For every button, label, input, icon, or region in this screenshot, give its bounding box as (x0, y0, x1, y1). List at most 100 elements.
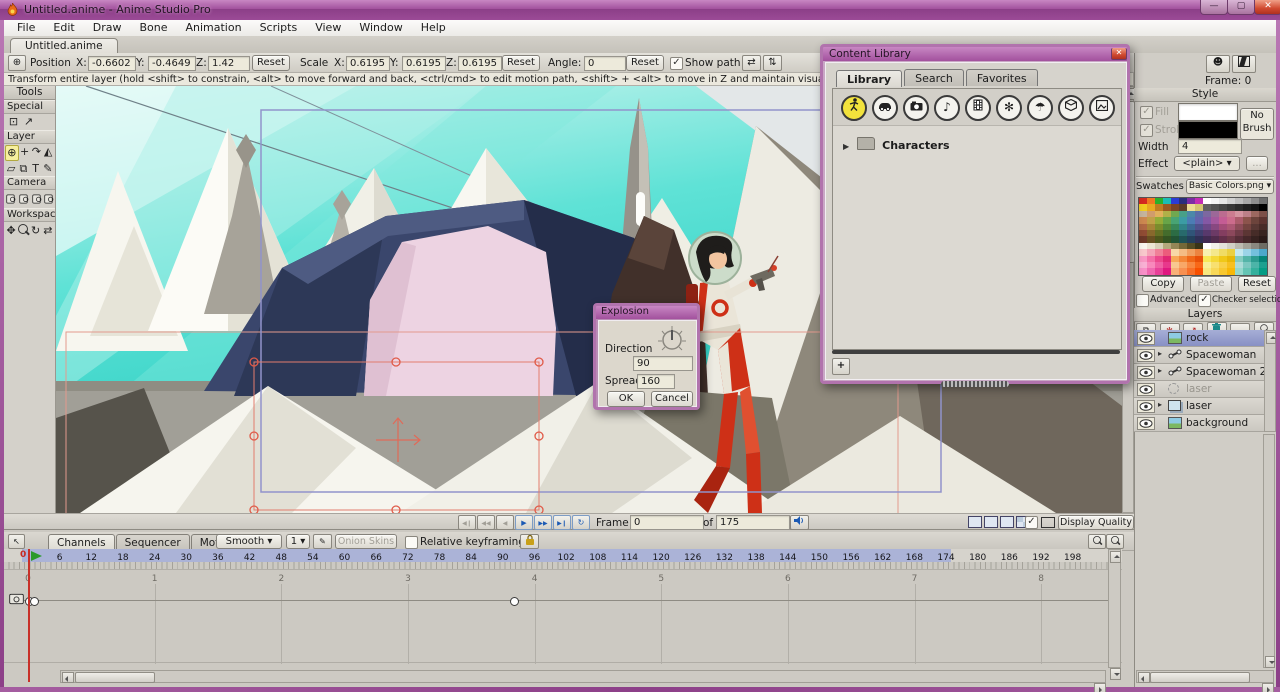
layer-expand-arrow[interactable]: ▸ (1158, 366, 1162, 375)
direction-dial[interactable] (657, 325, 687, 353)
palette-swatch[interactable] (1147, 268, 1155, 274)
fast-forward-button[interactable]: ▶▶ (534, 515, 552, 530)
camera-track-icon[interactable] (8, 593, 25, 605)
palette-swatch[interactable] (1195, 268, 1203, 274)
layer-row[interactable]: ▸ background (1134, 415, 1264, 432)
palette-swatch[interactable] (1139, 268, 1147, 274)
palette-swatch[interactable] (1211, 268, 1219, 274)
ok-button[interactable]: OK (607, 391, 645, 407)
frame-field[interactable]: 0 (630, 515, 704, 530)
effect-dropdown[interactable]: <plain> ▾ (1174, 156, 1240, 171)
timeline-ruler[interactable]: 6121824303642485460667278849096102108114… (4, 549, 1122, 562)
go-to-end-button[interactable]: ▶❙ (553, 515, 571, 530)
timeline-expand-button[interactable]: ↖ (8, 534, 25, 549)
timeline-vscrollbar[interactable] (1108, 549, 1121, 668)
split-horizontal-icon[interactable] (1000, 516, 1014, 528)
palette-swatch[interactable] (1251, 268, 1259, 274)
timeline-scroll-down[interactable] (1110, 668, 1121, 680)
category-audio-icon[interactable]: ♪ (934, 95, 960, 121)
layer-visibility-toggle[interactable] (1137, 383, 1155, 396)
direction-field[interactable]: 90 (633, 356, 693, 371)
timeline-scroll-right[interactable] (1094, 683, 1106, 692)
flip-horizontal-button[interactable]: ⇄ (742, 55, 761, 71)
crop-tool[interactable]: ⊡ (6, 115, 21, 129)
previous-keyframe-button[interactable]: ◀◀ (477, 515, 495, 530)
safe-zone-icon[interactable] (1041, 517, 1055, 528)
panel-toggle-button[interactable] (1232, 55, 1256, 73)
document-tab[interactable]: Untitled.anime (10, 38, 118, 53)
palette-swatch[interactable] (1219, 268, 1227, 274)
layer-origin-icon[interactable]: ⊕ (8, 55, 26, 71)
palette-swatch[interactable] (1243, 268, 1251, 274)
rightpanel-scroll-right[interactable] (1262, 683, 1274, 692)
menu-item[interactable]: Bone (130, 20, 176, 35)
no-brush-button[interactable]: No Brush (1240, 108, 1274, 140)
cancel-button[interactable]: Cancel (651, 391, 693, 407)
onion-skins-dropdown[interactable]: Onion Skins ▾ (335, 534, 397, 549)
fill-checkbox[interactable]: ✓ (1140, 106, 1153, 119)
display-quality-dropdown[interactable]: Display Quality ▾ (1058, 515, 1134, 530)
relative-keyframing-checkbox[interactable] (405, 536, 418, 549)
menu-item[interactable]: Window (350, 20, 411, 35)
timeline-zoom-in-button[interactable] (1106, 534, 1124, 549)
layer-row[interactable]: ▸ laser (1134, 398, 1264, 415)
roll-camera-tool[interactable] (32, 195, 40, 204)
position-z-field[interactable]: 1.42 (208, 56, 250, 71)
content-library-hscrollbar[interactable] (832, 350, 1120, 354)
keyframe-dot[interactable] (30, 597, 39, 606)
rightpanel-scroll-left[interactable] (1138, 672, 1150, 683)
lock-button[interactable] (520, 534, 539, 549)
tree-expand-arrow[interactable]: ▶ (843, 142, 849, 151)
scale-y-field[interactable]: 0.6195 (402, 56, 446, 71)
position-y-field[interactable]: -0.4649 (148, 56, 196, 71)
paste-style-button[interactable]: Paste (1190, 276, 1232, 292)
swatches-dropdown[interactable]: Basic Colors.png ▾ (1186, 179, 1274, 194)
palette-swatch[interactable] (1155, 268, 1163, 274)
rightpanel-vscrollbar[interactable] (1263, 434, 1275, 668)
layer-row[interactable]: ▸ rock (1134, 330, 1264, 347)
palette-swatch[interactable] (1187, 268, 1195, 274)
single-view-icon[interactable] (968, 516, 982, 528)
palette-swatch[interactable] (1179, 268, 1187, 274)
palette-swatch[interactable] (1259, 268, 1267, 274)
track-camera-tool[interactable] (6, 195, 14, 204)
menu-item[interactable]: Draw (84, 20, 131, 35)
playhead-line[interactable] (28, 549, 30, 682)
layer-visibility-toggle[interactable] (1137, 332, 1155, 345)
category-photos-icon[interactable] (903, 95, 929, 121)
split-vertical-icon[interactable] (984, 516, 998, 528)
layer-visibility-toggle[interactable] (1137, 400, 1155, 413)
layer-row[interactable]: ▸ Spacewoman 2 (1134, 364, 1264, 381)
orbit-workspace-tool[interactable]: ⇄ (42, 224, 54, 238)
layer-row[interactable]: ▸ Spacewoman (1134, 347, 1264, 364)
palette-swatch[interactable] (1235, 268, 1243, 274)
content-library-close-button[interactable]: ✕ (1111, 48, 1127, 60)
interpolation-dropdown[interactable]: Smooth ▾ (216, 534, 282, 549)
loop-button[interactable]: ↻ (572, 515, 590, 530)
scale-reset-button[interactable]: Reset (502, 55, 540, 71)
category-vehicles-icon[interactable] (872, 95, 898, 121)
category-movies-icon[interactable] (965, 95, 991, 121)
timeline-hscrollbar[interactable] (60, 670, 1106, 683)
advanced-checkbox[interactable] (1136, 294, 1149, 307)
tree-item-characters[interactable]: Characters (882, 139, 949, 152)
menu-item[interactable]: Scripts (251, 20, 307, 35)
content-library-add-button[interactable]: + (832, 358, 850, 375)
timeline-scroll-up[interactable] (1110, 551, 1121, 563)
text-tool[interactable]: T (30, 162, 42, 176)
eyedropper-tool[interactable]: ✎ (42, 162, 54, 176)
play-button[interactable]: ▶ (515, 515, 533, 530)
content-library-resize-grip[interactable] (941, 381, 1009, 387)
layer-expand-arrow[interactable]: ▸ (1158, 400, 1162, 409)
category-images-icon[interactable] (1089, 95, 1115, 121)
reset-style-button[interactable]: Reset (1238, 276, 1276, 292)
menu-item[interactable]: Edit (44, 20, 83, 35)
menu-item[interactable]: Animation (176, 20, 250, 35)
maximize-button[interactable]: ▢ (1227, 0, 1255, 15)
stroke-color-swatch[interactable] (1178, 121, 1238, 139)
palette-swatch[interactable] (1203, 268, 1211, 274)
close-button[interactable]: ✕ (1254, 0, 1280, 15)
width-field[interactable]: 4 (1178, 139, 1242, 154)
timeline-hthumb[interactable] (75, 672, 155, 683)
onion-count-dropdown[interactable]: 1 ▾ (286, 534, 310, 549)
